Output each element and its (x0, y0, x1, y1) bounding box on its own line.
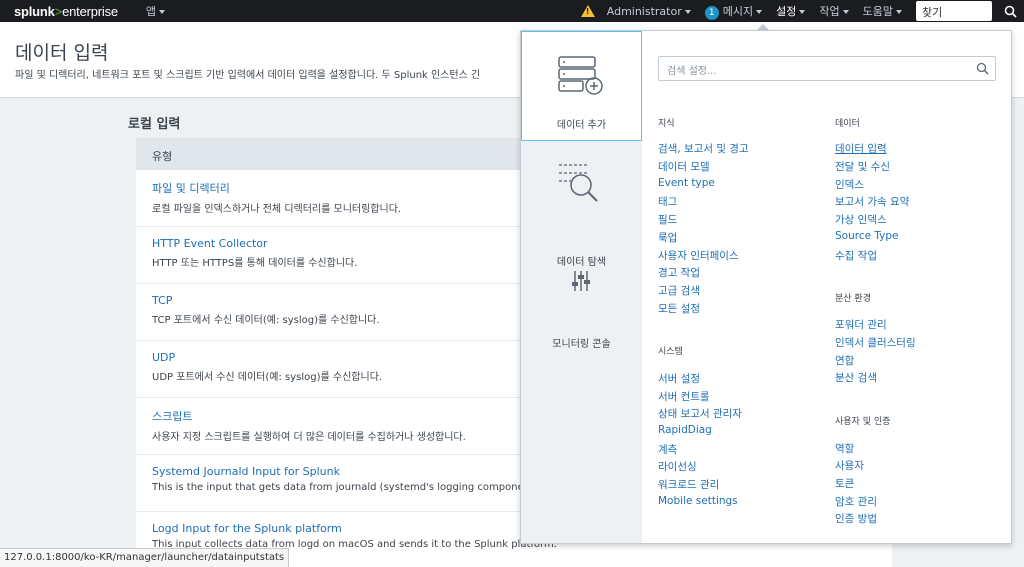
settings-search-input[interactable]: 검색 설정... (658, 56, 996, 81)
menu-link[interactable]: 연합 (835, 353, 854, 368)
menu-link[interactable]: 사용자 (835, 458, 864, 473)
menu-link[interactable]: 모든 설정 (658, 301, 700, 316)
menu-link[interactable]: 가상 인덱스 (835, 212, 887, 227)
chevron-down-icon (842, 10, 849, 14)
menu-link[interactable]: 계측 (658, 442, 677, 457)
menu-link[interactable]: 보고서 가속 요약 (835, 194, 909, 209)
chevron-down-icon (756, 9, 763, 14)
settings-dropdown: 데이터 추가 데이터 탐색 모니터링 콘솔 검색 설정... 지식 검색, 보고… (520, 30, 1012, 544)
find-input[interactable]: 찾기 (916, 1, 992, 21)
app-menu[interactable]: 앱 (145, 3, 166, 19)
menu-link[interactable]: 인증 방법 (835, 511, 877, 526)
page-title: 데이터 입력 (15, 42, 109, 64)
status-bar-url: 127.0.0.1:8000/ko-KR/manager/launcher/da… (0, 548, 290, 567)
settings-label: 설정 (776, 5, 797, 18)
jobs-menu[interactable]: 작업 (819, 3, 849, 19)
sliders-icon (572, 271, 590, 291)
chevron-down-icon (799, 10, 806, 14)
menu-link[interactable]: 룩업 (658, 230, 677, 245)
menu-link[interactable]: 검색, 보고서 및 경고 (658, 141, 749, 156)
menu-link[interactable]: 워크로드 관리 (658, 477, 719, 492)
menu-link[interactable]: 인덱스 (835, 177, 864, 192)
settings-left-panel: 데이터 추가 데이터 탐색 모니터링 콘솔 (521, 31, 642, 543)
menu-link[interactable]: 역할 (835, 441, 854, 456)
menu-link[interactable]: 분산 검색 (835, 370, 877, 385)
distributed-heading: 분산 환경 (835, 294, 871, 304)
chevron-down-icon (159, 10, 166, 14)
menu-link[interactable]: 사용자 인터페이스 (658, 248, 739, 263)
menu-link[interactable]: 인덱서 클러스터링 (835, 335, 916, 350)
add-data-icon (558, 56, 603, 95)
admin-label: Administrator (606, 4, 682, 18)
menu-link-data-inputs[interactable]: 데이터 입력 (835, 141, 887, 156)
menu-link[interactable]: 수집 작업 (835, 248, 877, 263)
page-description: 파일 및 디렉터리, 네트워크 포트 및 스크립트 기반 입력에서 데이터 입력… (15, 70, 481, 81)
menu-link[interactable]: 태그 (658, 194, 677, 209)
section-title: 로컬 입력 (128, 117, 181, 132)
explore-data-button[interactable]: 데이터 탐색 (521, 149, 642, 268)
jobs-label: 작업 (819, 5, 840, 18)
menu-link[interactable]: 포워더 관리 (835, 317, 887, 332)
splunk-logo[interactable]: splunk>enterprise (0, 4, 118, 19)
menu-link[interactable]: 서버 설정 (658, 371, 700, 386)
menu-link[interactable]: 고급 검색 (658, 283, 700, 298)
logo-enterprise: enterprise (62, 3, 118, 19)
menu-link[interactable]: 토큰 (835, 476, 854, 491)
menu-link[interactable]: 전달 및 수신 (835, 159, 890, 174)
menu-link[interactable]: 경고 작업 (658, 265, 700, 280)
logo-gt: > (54, 3, 63, 19)
add-data-label: 데이터 추가 (556, 120, 607, 131)
search-icon[interactable] (996, 0, 1024, 22)
menu-link[interactable]: 데이터 모델 (658, 159, 710, 174)
help-label: 도움말 (862, 5, 893, 18)
data-heading: 데이터 (835, 119, 860, 129)
users-auth-heading: 사용자 및 인증 (835, 417, 891, 427)
menu-link[interactable]: Source Type (835, 230, 899, 242)
menu-link[interactable]: 필드 (658, 212, 677, 227)
knowledge-heading: 지식 (658, 119, 675, 129)
menu-link[interactable]: Event type (658, 177, 715, 189)
admin-menu[interactable]: Administrator (607, 5, 691, 18)
app-menu-label: 앱 (145, 5, 157, 18)
messages-label: 메시지 (722, 4, 754, 18)
menu-link[interactable]: 서버 컨트롤 (658, 389, 710, 404)
system-heading: 시스템 (658, 347, 683, 357)
chevron-down-icon (896, 10, 902, 14)
chevron-down-icon (684, 9, 691, 14)
menu-link[interactable]: 암호 관리 (835, 494, 877, 509)
monitoring-console-label: 모니터링 콘솔 (552, 339, 611, 350)
logo-text: splunk (14, 3, 55, 19)
message-count-badge: 1 (704, 5, 719, 20)
messages-menu[interactable]: 1 메시지 (704, 3, 763, 20)
help-menu[interactable]: 도움말 (863, 3, 902, 19)
menu-link[interactable]: 라이선싱 (658, 459, 697, 474)
monitoring-console-button[interactable]: 모니터링 콘솔 (521, 261, 642, 350)
top-nav-bar: splunk>enterprise 앱 ! Administrator 1 메시지… (0, 0, 1024, 22)
menu-link[interactable]: 상태 보고서 관리자 (658, 406, 742, 421)
search-icon (976, 62, 989, 75)
menu-link[interactable]: Mobile settings (658, 495, 738, 507)
add-data-button[interactable]: 데이터 추가 (521, 31, 642, 141)
warning-icon[interactable]: ! (580, 5, 595, 17)
explore-data-icon (559, 164, 598, 202)
menu-link[interactable]: RapidDiag (658, 424, 712, 436)
settings-menu[interactable]: 설정 (776, 3, 806, 19)
